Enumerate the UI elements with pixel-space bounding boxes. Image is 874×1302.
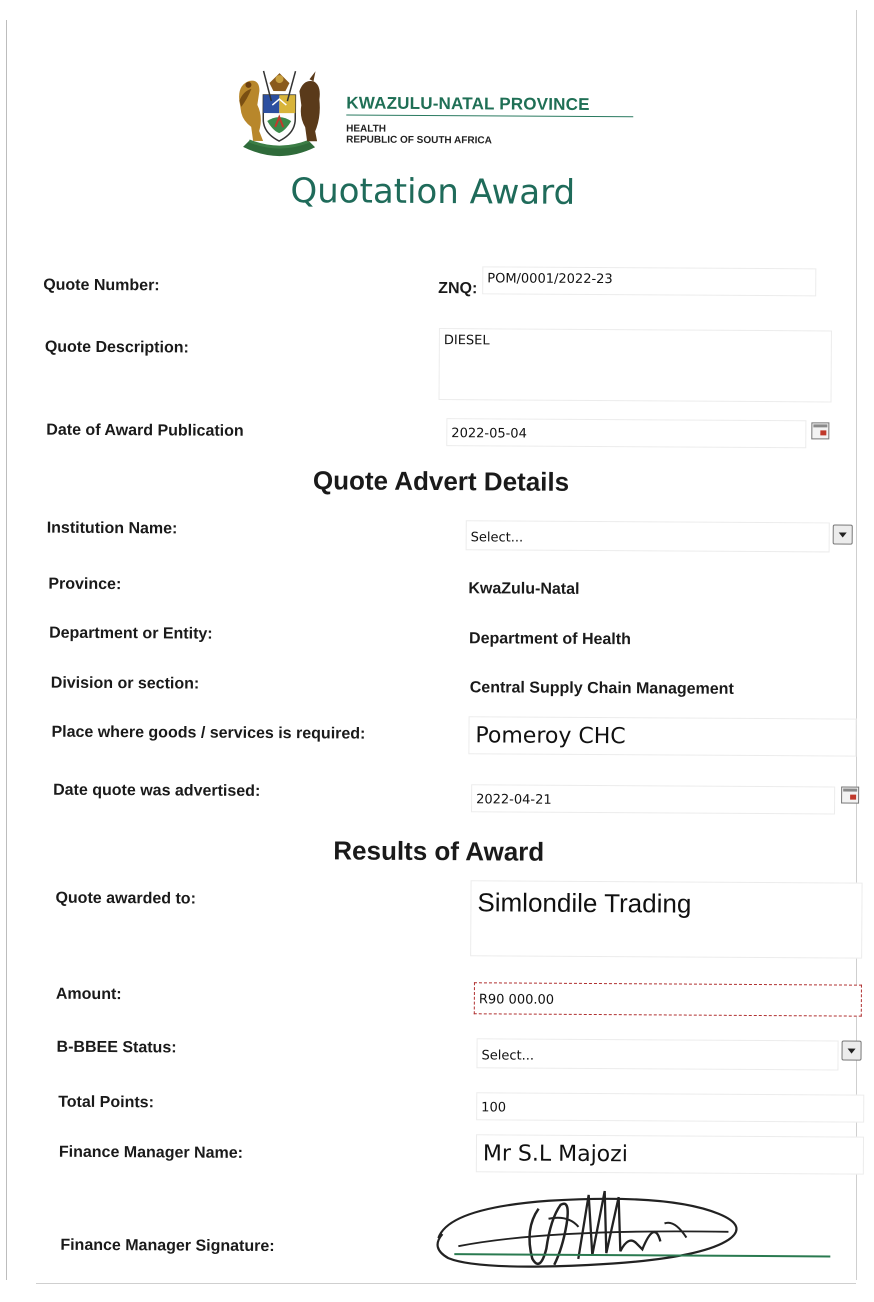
country-name: REPUBLIC OF SOUTH AFRICA [346, 134, 492, 147]
awarded-to-label: Quote awarded to: [55, 889, 196, 908]
province-name: KWAZULU-NATAL PROVINCE [346, 93, 590, 114]
institution-name-label: Institution Name: [46, 519, 178, 538]
institution-name-select[interactable]: Select... [465, 520, 830, 553]
province-value: KwaZulu-Natal [468, 580, 580, 598]
finance-manager-name-field[interactable]: Mr S.L Majozi [475, 1134, 865, 1175]
total-points-label: Total Points: [58, 1093, 154, 1112]
finance-manager-signature-label: Finance Manager Signature: [60, 1236, 275, 1256]
quote-number-label: Quote Number: [43, 276, 160, 295]
advertised-date-label: Date quote was advertised: [53, 781, 261, 800]
calendar-icon[interactable] [811, 422, 830, 440]
bbbee-status-select[interactable]: Select... [476, 1038, 839, 1071]
finance-manager-name-value: Mr S.L Majozi [482, 1141, 628, 1168]
awarded-to-field[interactable]: Simlondile Trading [470, 880, 863, 959]
quote-number-field[interactable]: POM/0001/2022-23 [482, 266, 817, 297]
handwritten-signature [436, 1190, 738, 1268]
award-publication-date-field[interactable]: 2022-05-04 [446, 418, 807, 449]
bbbee-status-label: B-BBEE Status: [56, 1038, 177, 1057]
total-points-value: 100 [481, 1100, 507, 1116]
department-name: HEALTH [346, 123, 387, 135]
advert-details-heading: Quote Advert Details [312, 465, 570, 497]
award-publication-date-label: Date of Award Publication [46, 421, 244, 440]
calendar-icon[interactable] [841, 786, 860, 804]
amount-label: Amount: [55, 985, 122, 1004]
finance-manager-name-label: Finance Manager Name: [58, 1143, 244, 1162]
quote-number-value: POM/0001/2022-23 [487, 271, 613, 288]
department-label: Department or Entity: [49, 624, 213, 643]
advertised-date-value: 2022-04-21 [476, 792, 552, 808]
division-value: Central Supply Chain Management [469, 679, 734, 698]
bbbee-status-value: Select... [481, 1048, 535, 1064]
page-title: Quotation Award [290, 171, 576, 213]
chevron-down-icon[interactable] [841, 1040, 862, 1061]
division-label: Division or section: [50, 674, 200, 693]
chevron-down-icon[interactable] [832, 524, 853, 545]
total-points-field[interactable]: 100 [476, 1092, 865, 1123]
results-heading: Results of Award [333, 835, 545, 867]
quote-description-field[interactable]: DIESEL [438, 328, 832, 403]
department-value: Department of Health [469, 630, 631, 649]
institution-name-value: Select... [470, 530, 524, 546]
delivery-place-value: Pomeroy CHC [475, 723, 626, 750]
coat-of-arms-logo [239, 70, 320, 156]
delivery-place-label: Place where goods / services is required… [51, 723, 366, 743]
quotation-award-form: KWAZULU-NATAL PROVINCE HEALTH REPUBLIC O… [0, 0, 874, 1302]
quote-number-prefix: ZNQ: [438, 280, 478, 298]
quote-description-value: DIESEL [443, 333, 490, 349]
awarded-to-value: Simlondile Trading [477, 887, 692, 919]
advertised-date-field[interactable]: 2022-04-21 [471, 784, 836, 815]
quote-description-label: Quote Description: [44, 338, 189, 357]
province-label: Province: [48, 575, 122, 594]
amount-field[interactable]: R90 000.00 [473, 982, 862, 1017]
header-rule [346, 114, 634, 118]
delivery-place-field[interactable]: Pomeroy CHC [468, 716, 857, 757]
award-publication-date-value: 2022-05-04 [451, 426, 527, 442]
amount-value: R90 000.00 [478, 992, 555, 1008]
